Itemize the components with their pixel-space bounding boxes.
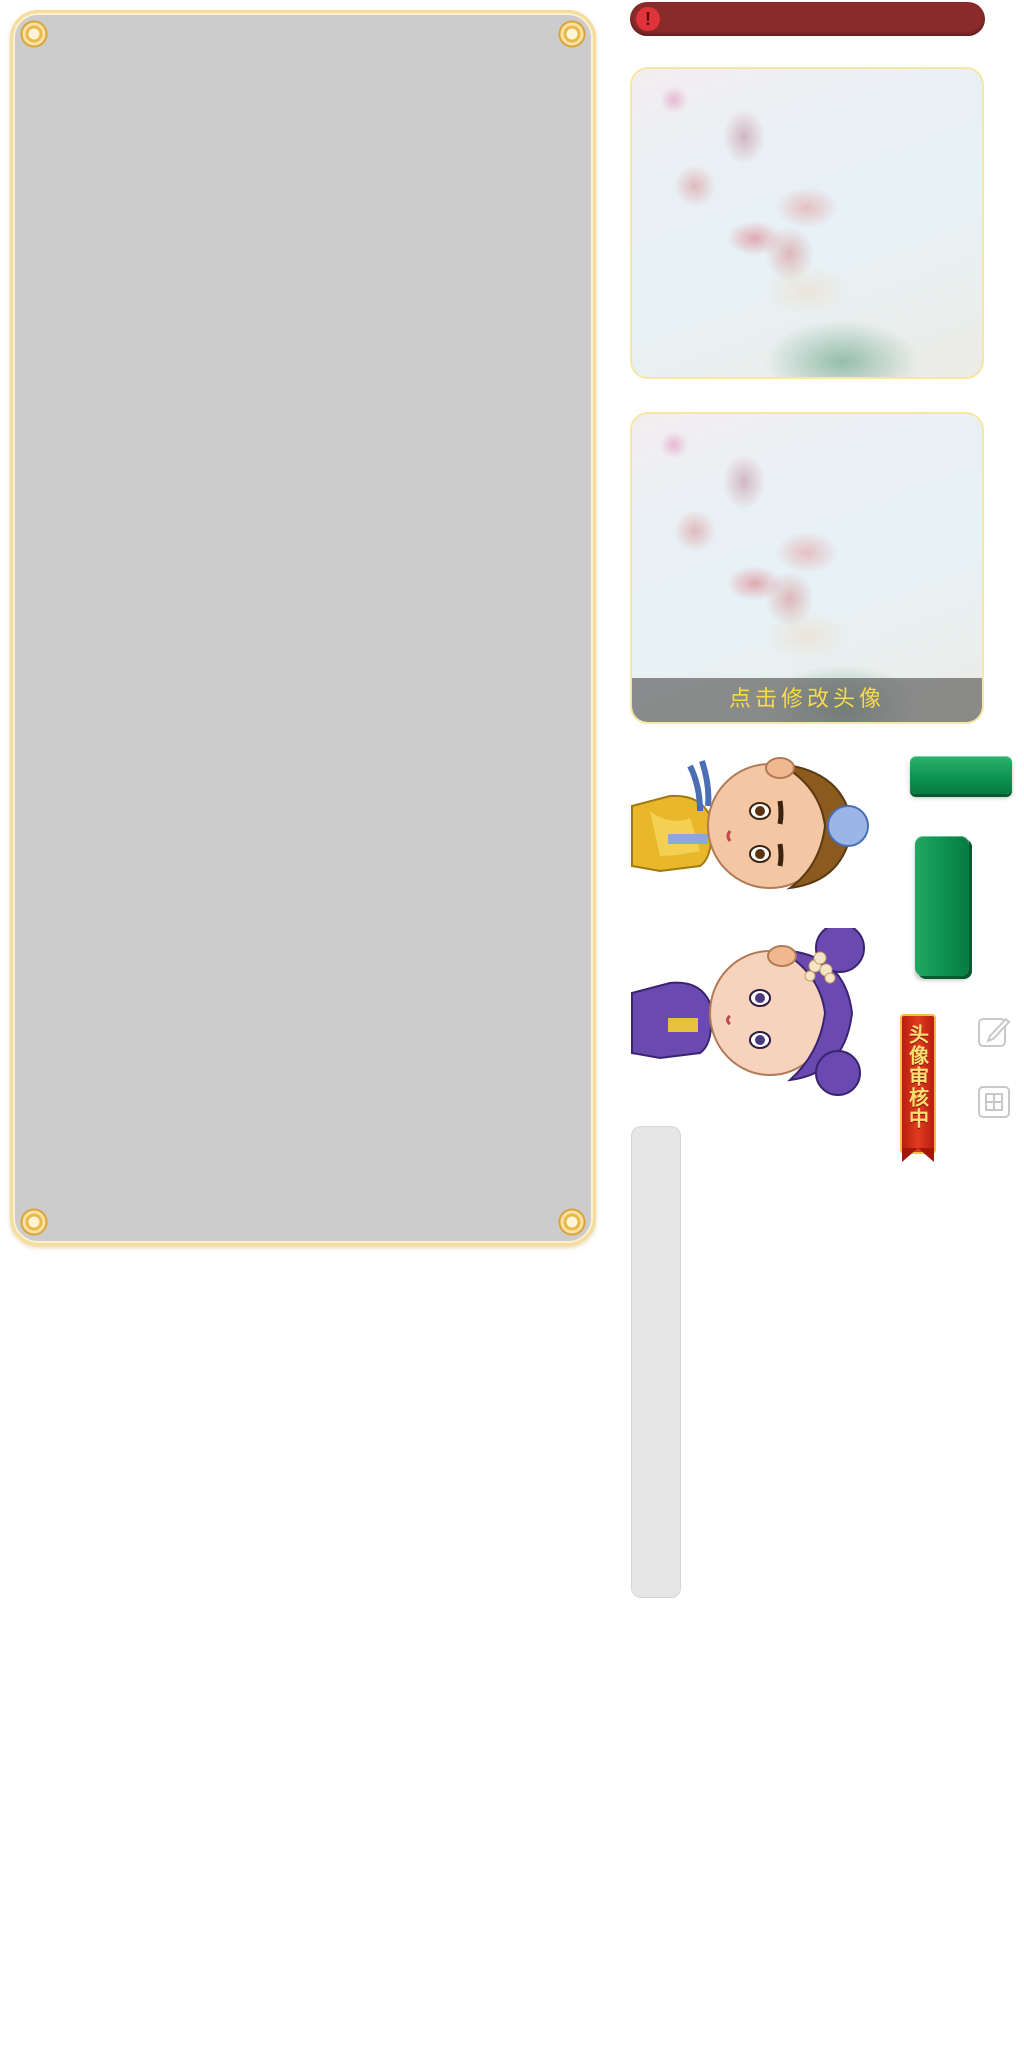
avatar-under-review-ribbon: 头像审核中 <box>896 1014 940 1164</box>
alert-bar: ! <box>630 2 985 36</box>
game-ui-atlas: ! 点击修改头像 头像审核中 <box>0 0 1024 2048</box>
edit-icon[interactable] <box>976 1014 1012 1050</box>
male-character-avatar[interactable] <box>630 756 880 901</box>
avatar-frame[interactable] <box>630 67 984 379</box>
ribbon-label: 头像审核中 <box>905 1024 930 1129</box>
scroll-track[interactable] <box>631 1126 681 1598</box>
ribbon-tail <box>902 1148 934 1162</box>
change-avatar-button[interactable]: 点击修改头像 <box>632 678 982 722</box>
grid-icon[interactable] <box>976 1084 1012 1120</box>
corner-ornament-top-left <box>19 19 49 49</box>
corner-ornament-top-right <box>557 19 587 49</box>
corner-ornament-bottom-right <box>557 1207 587 1237</box>
female-character-avatar[interactable] <box>630 928 880 1098</box>
avatar-frame-editable[interactable]: 点击修改头像 <box>630 412 984 724</box>
vertical-confirm-button[interactable] <box>915 836 969 976</box>
corner-ornament-bottom-left <box>19 1207 49 1237</box>
confirm-button[interactable] <box>910 756 1012 794</box>
exclamation-icon: ! <box>636 7 660 31</box>
main-panel <box>10 10 596 1246</box>
